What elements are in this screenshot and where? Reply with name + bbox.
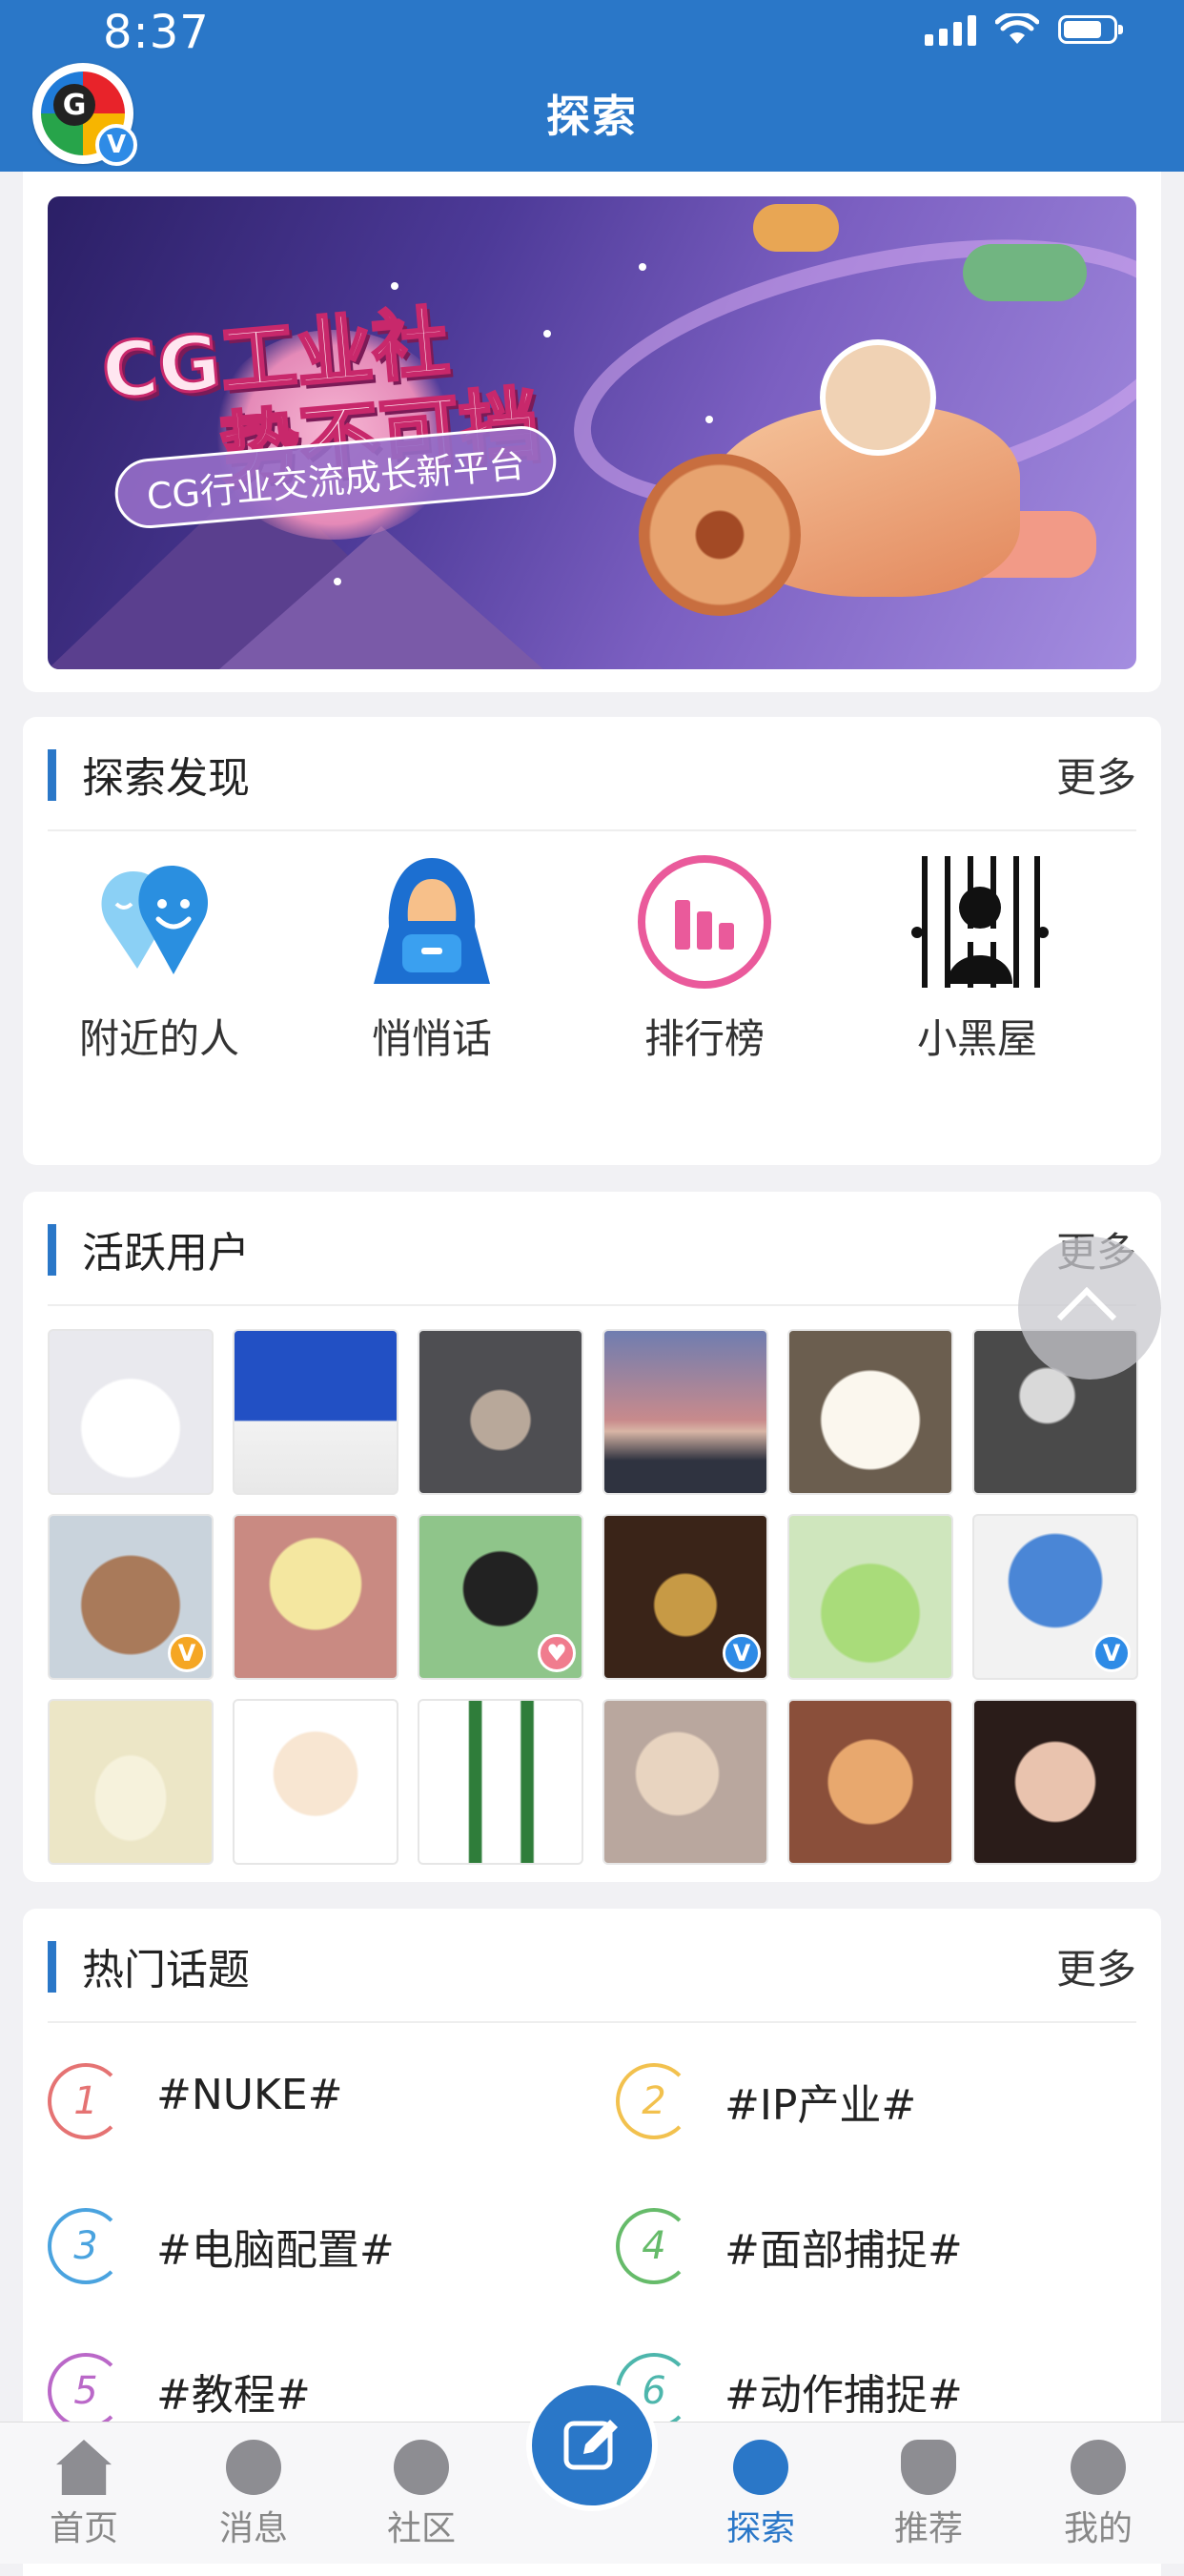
cellular-signal-icon bbox=[925, 13, 976, 46]
status-icons bbox=[925, 13, 1123, 46]
compose-button[interactable] bbox=[526, 2380, 658, 2511]
feature-label: 排行榜 bbox=[643, 1015, 765, 1062]
topic-rank: 1 bbox=[48, 2063, 124, 2139]
tab-home[interactable]: 首页 bbox=[27, 2440, 141, 2550]
tab-label: 首页 bbox=[49, 2509, 118, 2548]
topic-label: #IP产业# bbox=[725, 2081, 917, 2130]
tab-label: 消息 bbox=[218, 2509, 288, 2548]
section-title: 探索发现 bbox=[82, 754, 250, 803]
location-smile-icon bbox=[101, 866, 209, 974]
page-title: 探索 bbox=[546, 91, 638, 142]
scroll-to-top-button[interactable] bbox=[1018, 1237, 1161, 1380]
user-avatar[interactable] bbox=[233, 1329, 398, 1495]
tab-label: 推荐 bbox=[893, 2509, 963, 2548]
heart-badge-icon: ♥ bbox=[538, 1634, 576, 1672]
user-avatar[interactable]: V bbox=[48, 1514, 214, 1680]
user-avatar[interactable] bbox=[602, 1329, 768, 1495]
feature-label: 小黑屋 bbox=[916, 1015, 1037, 1062]
user-avatar[interactable] bbox=[48, 1699, 214, 1865]
section-title: 热门话题 bbox=[82, 1946, 250, 1994]
shield-icon bbox=[901, 2440, 956, 2495]
section-title: 活跃用户 bbox=[82, 1229, 250, 1278]
user-avatar[interactable]: ♥ bbox=[418, 1514, 583, 1680]
user-avatar[interactable] bbox=[787, 1699, 953, 1865]
section-header: 热门话题 更多 bbox=[48, 1909, 1136, 2023]
tab-messages[interactable]: 消息 bbox=[196, 2440, 311, 2550]
feature-blackroom[interactable]: 小黑屋 bbox=[841, 850, 1113, 1065]
verified-badge-icon: V bbox=[1092, 1634, 1131, 1672]
more-link[interactable]: 更多 bbox=[1056, 1937, 1136, 1995]
user-avatar[interactable] bbox=[418, 1329, 583, 1495]
top-bar: 8:37 G V 探索 bbox=[0, 0, 1184, 172]
user-icon bbox=[1071, 2440, 1126, 2495]
topic-rank: 5 bbox=[48, 2353, 124, 2429]
edit-icon bbox=[563, 2420, 618, 2470]
tab-community[interactable]: 社区 bbox=[364, 2440, 479, 2550]
globe-icon bbox=[733, 2440, 788, 2495]
banner-card: CG工业社 势不可挡 CG行业交流成长新平台 bbox=[23, 172, 1161, 692]
mini-plane-illustration bbox=[963, 244, 1087, 301]
topic-label: #教程# bbox=[156, 2371, 311, 2420]
feature-label: 附近的人 bbox=[78, 1015, 239, 1062]
tab-label: 社区 bbox=[386, 2509, 456, 2548]
topic-rank: 4 bbox=[616, 2208, 692, 2284]
topic-label: #动作捕捉# bbox=[725, 2371, 963, 2420]
section-header: 活跃用户 更多 bbox=[48, 1192, 1136, 1306]
topic-item[interactable]: 4 #面部捕捉# bbox=[616, 2197, 1150, 2301]
home-icon bbox=[56, 2440, 112, 2495]
jail-bars-icon bbox=[911, 856, 1049, 988]
tab-recommend[interactable]: 推荐 bbox=[871, 2440, 986, 2550]
wifi-icon bbox=[995, 13, 1039, 44]
tab-explore[interactable]: 探索 bbox=[704, 2440, 818, 2550]
discover-section: 探索发现 更多 附近的人 悄悄话 排行榜 小黑屋 bbox=[23, 717, 1161, 1165]
mini-plane-illustration bbox=[753, 204, 839, 252]
feature-leaderboard[interactable]: 排行榜 bbox=[568, 850, 841, 1065]
hooded-figure-icon bbox=[374, 858, 490, 984]
status-time: 8:37 bbox=[103, 6, 210, 59]
verified-badge-icon: V bbox=[723, 1634, 761, 1672]
topic-rank: 3 bbox=[48, 2208, 124, 2284]
user-avatar[interactable] bbox=[48, 1329, 214, 1495]
verified-badge-icon: V bbox=[168, 1634, 206, 1672]
user-avatar[interactable] bbox=[972, 1699, 1138, 1865]
topic-item[interactable]: 2 #IP产业# bbox=[616, 2052, 1150, 2157]
more-link[interactable]: 更多 bbox=[1056, 746, 1136, 804]
user-avatar[interactable] bbox=[602, 1699, 768, 1865]
user-avatar[interactable]: V bbox=[602, 1514, 768, 1680]
people-icon bbox=[394, 2440, 449, 2495]
user-avatar[interactable]: V bbox=[972, 1514, 1138, 1680]
user-avatar[interactable] bbox=[418, 1699, 583, 1865]
user-avatar[interactable] bbox=[233, 1514, 398, 1680]
active-users-section: 活跃用户 更多 V ♥ V V bbox=[23, 1192, 1161, 1882]
topic-label: #面部捕捉# bbox=[725, 2226, 963, 2275]
feature-nearby-people[interactable]: 附近的人 bbox=[23, 850, 296, 1065]
topic-rank: 2 bbox=[616, 2063, 692, 2139]
battery-icon bbox=[1058, 15, 1123, 44]
topic-item[interactable]: 1 #NUKE# bbox=[48, 2052, 582, 2157]
feature-whisper[interactable]: 悄悄话 bbox=[296, 850, 568, 1065]
plane-illustration bbox=[601, 339, 1096, 635]
bar-chart-icon bbox=[638, 855, 771, 989]
tab-label: 我的 bbox=[1063, 2509, 1133, 2548]
tab-mine[interactable]: 我的 bbox=[1041, 2440, 1155, 2550]
tab-label: 探索 bbox=[725, 2509, 795, 2548]
user-avatar[interactable] bbox=[233, 1699, 398, 1865]
section-header: 探索发现 更多 bbox=[48, 717, 1136, 831]
chat-bubble-icon bbox=[226, 2440, 281, 2495]
topic-label: #NUKE# bbox=[156, 2071, 343, 2119]
user-avatar[interactable] bbox=[787, 1514, 953, 1680]
topic-label: #电脑配置# bbox=[156, 2226, 395, 2275]
feature-label: 悄悄话 bbox=[371, 1015, 492, 1062]
promo-banner[interactable]: CG工业社 势不可挡 CG行业交流成长新平台 bbox=[48, 196, 1136, 669]
user-avatar[interactable] bbox=[787, 1329, 953, 1495]
topic-item[interactable]: 3 #电脑配置# bbox=[48, 2197, 582, 2301]
